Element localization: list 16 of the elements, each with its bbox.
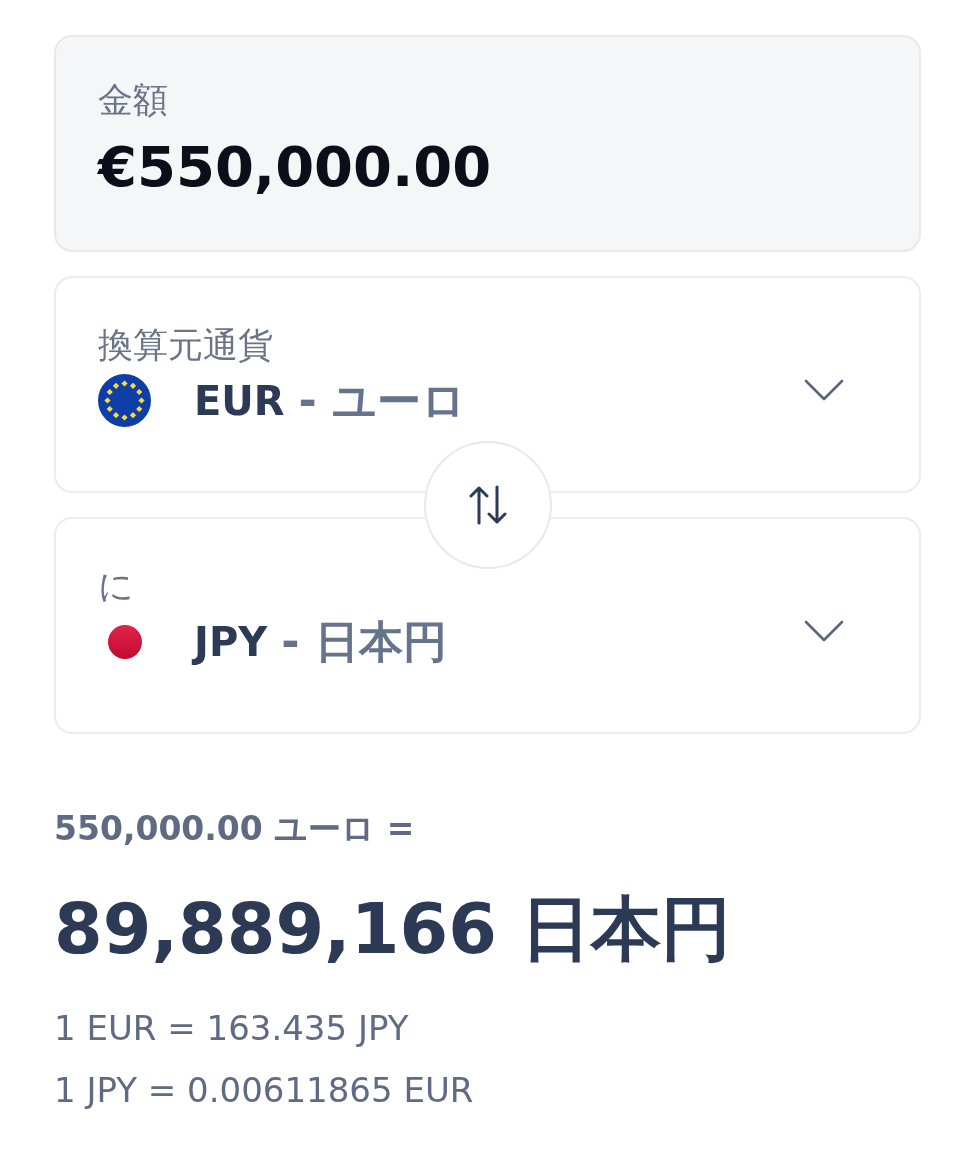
amount-field[interactable]: 金額 €550,000.00 <box>54 35 921 252</box>
eu-flag-icon <box>98 374 151 427</box>
conversion-source-text: 550,000.00 ユーロ = <box>54 810 416 848</box>
japan-flag-icon <box>108 624 142 659</box>
currency-dropdown[interactable]: JPY - 日本円 <box>98 615 877 668</box>
amount-value: €550,000.00 <box>98 133 493 201</box>
amount-label: 金額 <box>98 80 168 120</box>
converted-amount-text: 89,889,166 日本円 <box>54 887 733 971</box>
exchange-rate-text: 1 EUR = 163.435 JPY <box>54 1007 410 1049</box>
currency-dropdown[interactable]: EUR - ユーロ <box>98 374 877 427</box>
swap-arrows-icon <box>468 485 507 525</box>
chevron-down-icon <box>804 620 844 642</box>
exchange-rate-text: 1 JPY = 0.00611865 EUR <box>54 1069 475 1111</box>
currency-label: に <box>98 566 134 606</box>
currency-label: 換算元通貨 <box>98 325 273 365</box>
chevron-down-icon <box>804 379 844 401</box>
